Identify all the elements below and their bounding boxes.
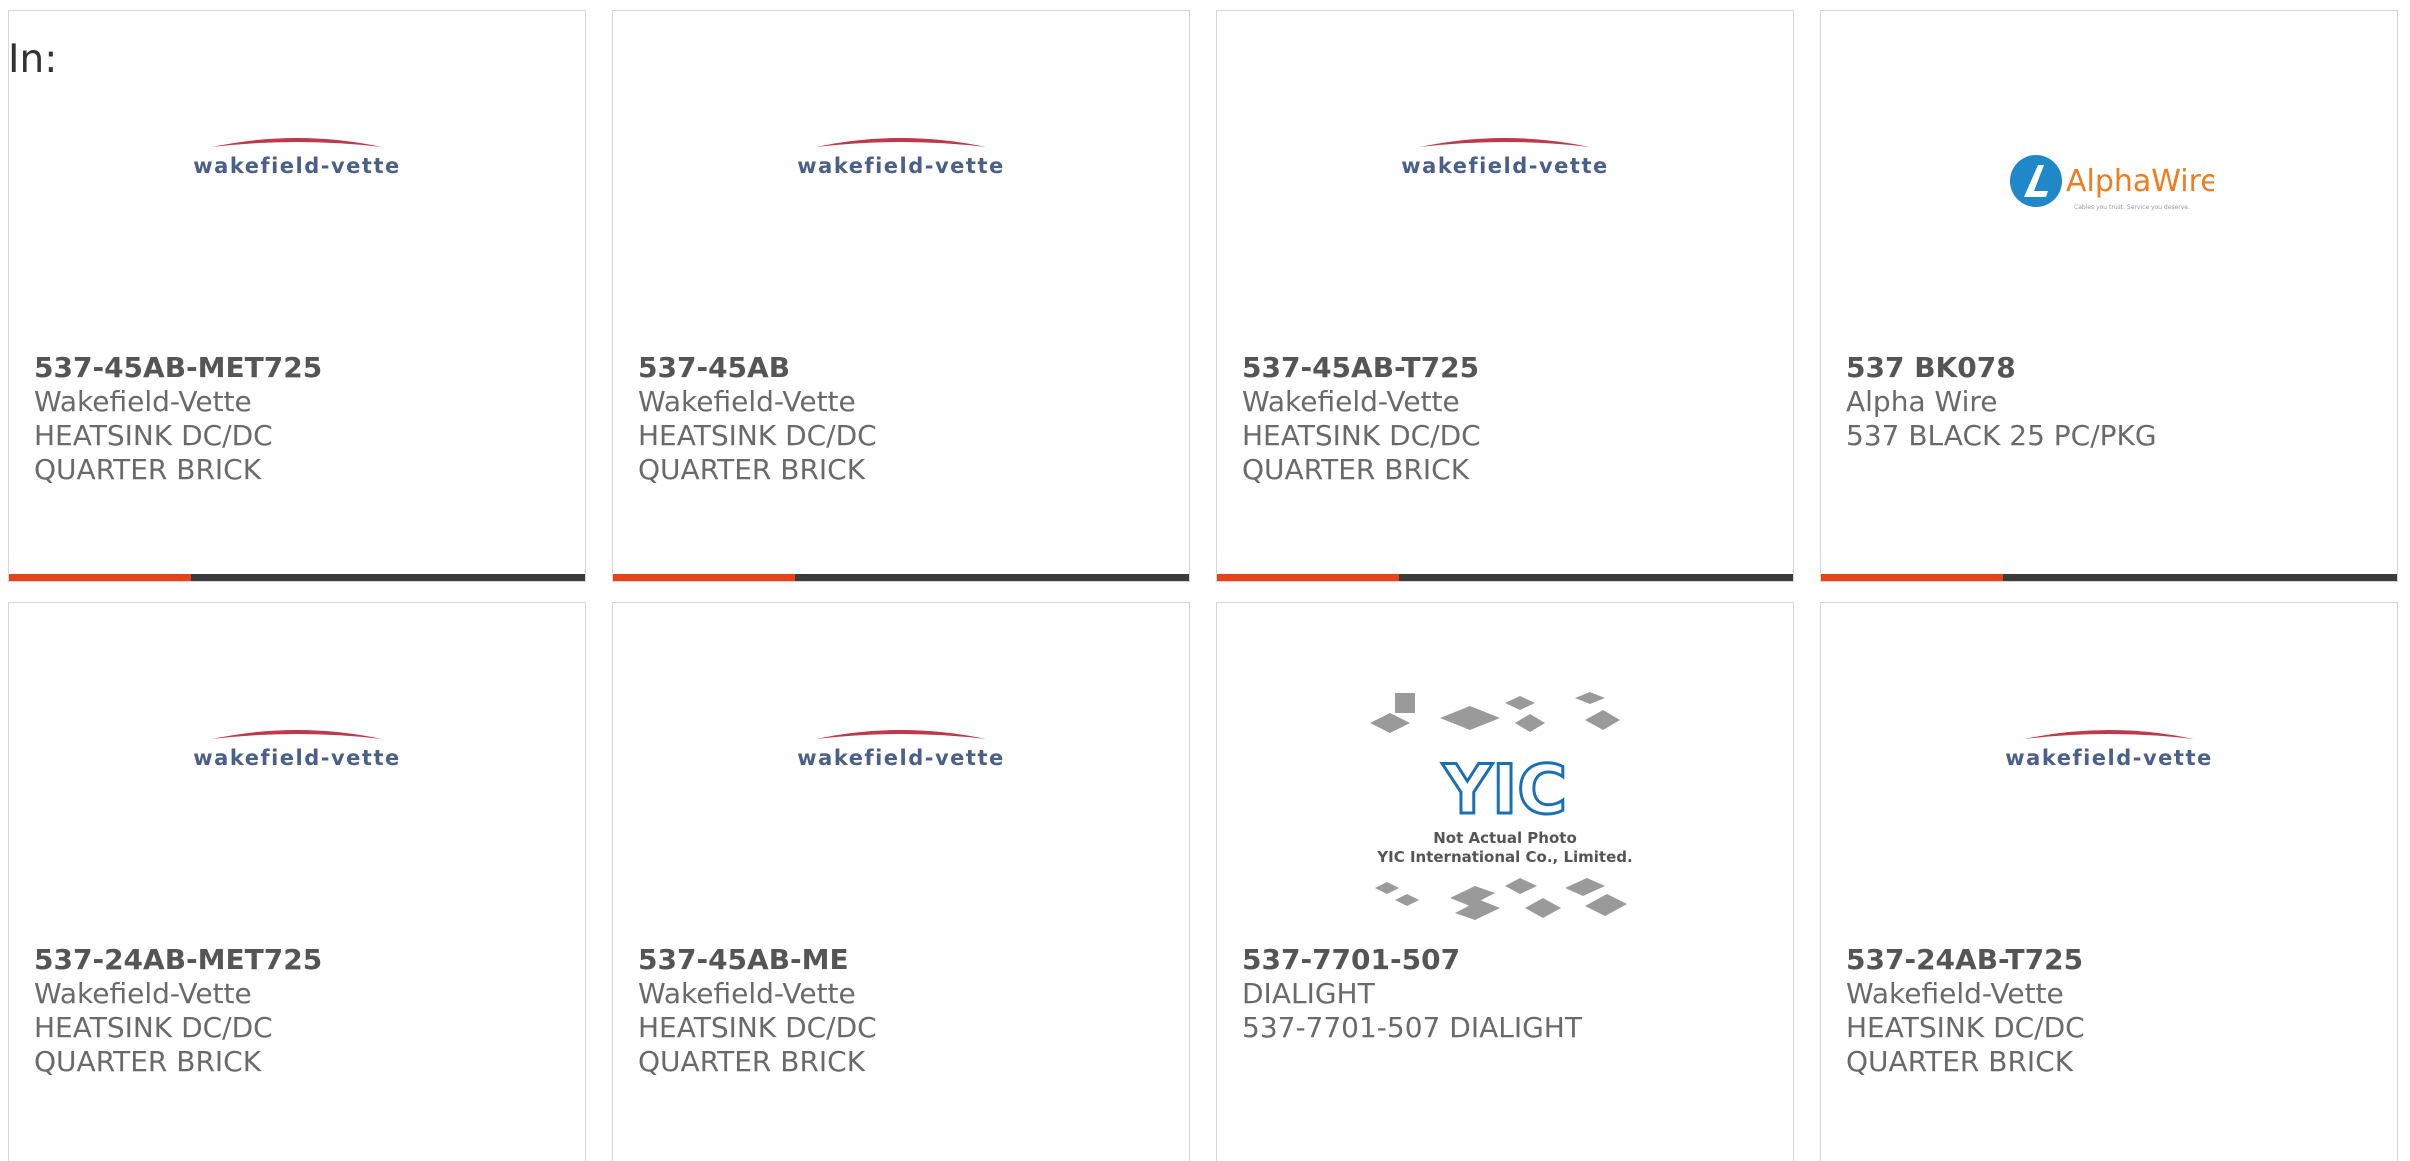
product-info: 537-45AB-ME Wakefield-Vette HEATSINK DC/… [638, 943, 1169, 1079]
yic-placeholder-image: YIC Not Actual Photo YIC International C… [1370, 692, 1633, 920]
svg-text:AlphaWire: AlphaWire [2066, 164, 2214, 199]
svg-text:wakefield-vette: wakefield-vette [2005, 746, 2213, 770]
product-card[interactable]: wakefield-vette 537-24AB-MET725 Wakefiel… [8, 602, 586, 1161]
part-number: 537-45AB-ME [638, 943, 849, 976]
product-image: AlphaWire Cables you trust. Service you … [1821, 151, 2397, 291]
wakefield-vette-logo: wakefield-vette [193, 730, 401, 770]
part-number: 537-45AB-MET725 [34, 351, 323, 384]
part-number: 537-24AB-MET725 [34, 943, 323, 976]
manufacturer: Alpha Wire [1846, 385, 1998, 418]
part-number: 537 BK078 [1846, 351, 2016, 384]
description: HEATSINK DC/DC QUARTER BRICK [34, 1011, 273, 1078]
product-card[interactable]: wakefield-vette 537-45AB-ME Wakefield-Ve… [612, 602, 1190, 1161]
manufacturer: Wakefield-Vette [34, 977, 252, 1010]
alphawire-logo: AlphaWire Cables you trust. Service you … [2010, 155, 2214, 211]
product-card[interactable]: wakefield-vette 537-45AB-MET725 Wakefiel… [8, 10, 586, 582]
product-grid: wakefield-vette 537-45AB-MET725 Wakefiel… [8, 10, 2398, 1161]
product-image: wakefield-vette [9, 131, 585, 271]
manufacturer: Wakefield-Vette [638, 977, 856, 1010]
product-image: wakefield-vette [9, 723, 585, 863]
product-card[interactable]: YIC Not Actual Photo YIC International C… [1216, 602, 1794, 1161]
description: HEATSINK DC/DC QUARTER BRICK [1846, 1011, 2085, 1078]
description: HEATSINK DC/DC QUARTER BRICK [34, 419, 273, 486]
svg-text:YIC International Co., Limited: YIC International Co., Limited. [1376, 848, 1632, 866]
part-number: 537-45AB-T725 [1242, 351, 1480, 384]
filter-in-label: In: [8, 37, 58, 82]
svg-text:wakefield-vette: wakefield-vette [1401, 154, 1609, 178]
wakefield-vette-logo: wakefield-vette [1401, 138, 1609, 178]
product-results-page: In: wakefield-vette 537-45AB-MET725 Wake… [0, 0, 2410, 1161]
manufacturer: Wakefield-Vette [1242, 385, 1460, 418]
card-accent-bar [1821, 574, 2003, 581]
wakefield-vette-logo: wakefield-vette [2005, 730, 2213, 770]
description: 537-7701-507 DIALIGHT [1242, 1011, 1582, 1044]
svg-text:Cables you trust. Service you: Cables you trust. Service you deserve. [2074, 204, 2190, 211]
part-number: 537-24AB-T725 [1846, 943, 2084, 976]
card-accent-bar [9, 574, 191, 581]
svg-text:YIC: YIC [1442, 751, 1567, 830]
manufacturer: Wakefield-Vette [34, 385, 252, 418]
part-number: 537-7701-507 [1242, 943, 1461, 976]
card-bottom-bar [9, 574, 585, 581]
svg-text:Not Actual Photo: Not Actual Photo [1433, 829, 1577, 847]
product-image: YIC Not Actual Photo YIC International C… [1217, 688, 1793, 938]
product-image: wakefield-vette [613, 723, 1189, 863]
wakefield-vette-logo: wakefield-vette [193, 138, 401, 178]
wakefield-vette-logo: wakefield-vette [797, 730, 1005, 770]
part-number: 537-45AB [638, 351, 791, 384]
product-card[interactable]: wakefield-vette 537-45AB Wakefield-Vette… [612, 10, 1190, 582]
svg-text:wakefield-vette: wakefield-vette [193, 746, 401, 770]
product-info: 537-24AB-MET725 Wakefield-Vette HEATSINK… [34, 943, 565, 1079]
svg-text:wakefield-vette: wakefield-vette [797, 746, 1005, 770]
card-accent-bar [613, 574, 795, 581]
card-accent-bar [1217, 574, 1399, 581]
product-info: 537-45AB Wakefield-Vette HEATSINK DC/DC … [638, 351, 1169, 487]
product-card[interactable]: wakefield-vette 537-45AB-T725 Wakefield-… [1216, 10, 1794, 582]
manufacturer: DIALIGHT [1242, 977, 1375, 1010]
description: HEATSINK DC/DC QUARTER BRICK [638, 419, 877, 486]
product-card[interactable]: AlphaWire Cables you trust. Service you … [1820, 10, 2398, 582]
product-card[interactable]: wakefield-vette 537-24AB-T725 Wakefield-… [1820, 602, 2398, 1161]
svg-text:wakefield-vette: wakefield-vette [797, 154, 1005, 178]
description: HEATSINK DC/DC QUARTER BRICK [1242, 419, 1481, 486]
card-bottom-bar [1217, 574, 1793, 581]
product-info: 537-45AB-MET725 Wakefield-Vette HEATSINK… [34, 351, 565, 487]
product-image: wakefield-vette [613, 131, 1189, 271]
product-info: 537-45AB-T725 Wakefield-Vette HEATSINK D… [1242, 351, 1773, 487]
manufacturer: Wakefield-Vette [638, 385, 856, 418]
manufacturer: Wakefield-Vette [1846, 977, 2064, 1010]
product-info: 537-7701-507 DIALIGHT 537-7701-507 DIALI… [1242, 943, 1773, 1045]
card-bottom-bar [1821, 574, 2397, 581]
product-image: wakefield-vette [1217, 131, 1793, 271]
card-bottom-bar [613, 574, 1189, 581]
description: 537 BLACK 25 PC/PKG [1846, 419, 2157, 452]
wakefield-vette-logo: wakefield-vette [797, 138, 1005, 178]
product-info: 537-24AB-T725 Wakefield-Vette HEATSINK D… [1846, 943, 2377, 1079]
product-image: wakefield-vette [1821, 723, 2397, 863]
product-info: 537 BK078 Alpha Wire 537 BLACK 25 PC/PKG [1846, 351, 2377, 453]
description: HEATSINK DC/DC QUARTER BRICK [638, 1011, 877, 1078]
svg-text:wakefield-vette: wakefield-vette [193, 154, 401, 178]
